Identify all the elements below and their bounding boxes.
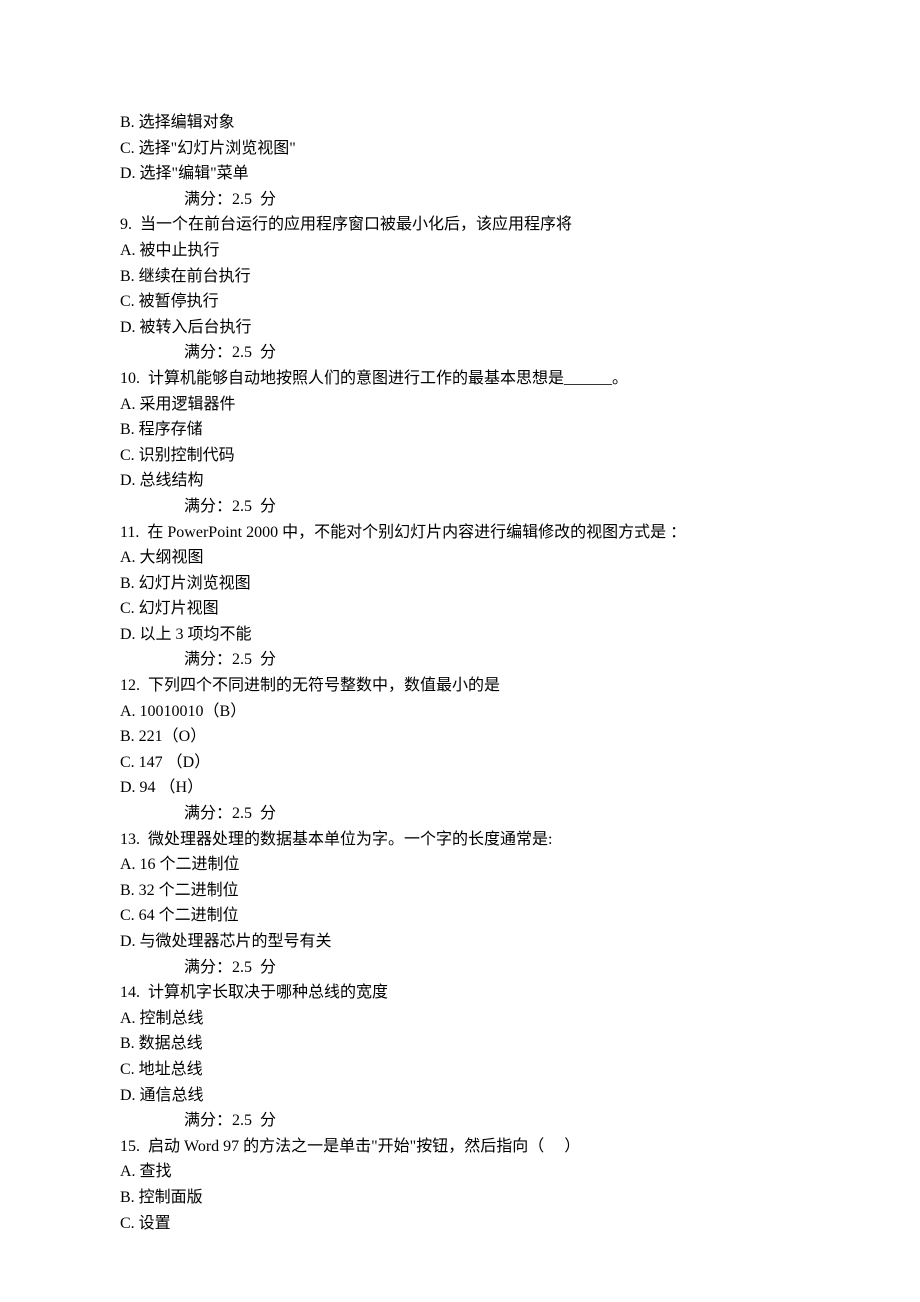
q15-stem: 15. 启动 Word 97 的方法之一是单击"开始"按钮，然后指向（ ）	[120, 1134, 800, 1160]
q9-option-d: D. 被转入后台执行	[120, 315, 800, 341]
q8-option-b: B. 选择编辑对象	[120, 110, 800, 136]
q15-option-a: A. 查找	[120, 1159, 800, 1185]
q14-option-a: A. 控制总线	[120, 1006, 800, 1032]
q10-option-d: D. 总线结构	[120, 468, 800, 494]
q11-option-b: B. 幻灯片浏览视图	[120, 571, 800, 597]
q14-option-c: C. 地址总线	[120, 1057, 800, 1083]
q11-stem: 11. 在 PowerPoint 2000 中，不能对个别幻灯片内容进行编辑修改…	[120, 520, 800, 546]
q12-option-c: C. 147 （D）	[120, 750, 800, 776]
q11-score: 满分：2.5 分	[120, 647, 800, 673]
q14-option-d: D. 通信总线	[120, 1083, 800, 1109]
q13-score: 满分：2.5 分	[120, 955, 800, 981]
q12-score: 满分：2.5 分	[120, 801, 800, 827]
q15-option-b: B. 控制面版	[120, 1185, 800, 1211]
q9-stem: 9. 当一个在前台运行的应用程序窗口被最小化后，该应用程序将	[120, 212, 800, 238]
q13-stem: 13. 微处理器处理的数据基本单位为字。一个字的长度通常是:	[120, 827, 800, 853]
q8-score: 满分：2.5 分	[120, 187, 800, 213]
q14-option-b: B. 数据总线	[120, 1031, 800, 1057]
q12-option-d: D. 94 （H）	[120, 775, 800, 801]
q10-score: 满分：2.5 分	[120, 494, 800, 520]
q11-option-a: A. 大纲视图	[120, 545, 800, 571]
q9-option-b: B. 继续在前台执行	[120, 264, 800, 290]
q12-stem: 12. 下列四个不同进制的无符号整数中，数值最小的是	[120, 673, 800, 699]
q12-option-a: A. 10010010（B）	[120, 699, 800, 725]
q12-option-b: B. 221（O）	[120, 724, 800, 750]
q11-option-c: C. 幻灯片视图	[120, 596, 800, 622]
q13-option-c: C. 64 个二进制位	[120, 903, 800, 929]
q13-option-b: B. 32 个二进制位	[120, 878, 800, 904]
document-page: B. 选择编辑对象 C. 选择"幻灯片浏览视图" D. 选择"编辑"菜单 满分：…	[0, 0, 920, 1302]
q9-score: 满分：2.5 分	[120, 340, 800, 366]
q10-option-a: A. 采用逻辑器件	[120, 392, 800, 418]
q13-option-a: A. 16 个二进制位	[120, 852, 800, 878]
q10-stem: 10. 计算机能够自动地按照人们的意图进行工作的最基本思想是______。	[120, 366, 800, 392]
q10-option-c: C. 识别控制代码	[120, 443, 800, 469]
q8-option-c: C. 选择"幻灯片浏览视图"	[120, 136, 800, 162]
q9-option-a: A. 被中止执行	[120, 238, 800, 264]
q9-option-c: C. 被暂停执行	[120, 289, 800, 315]
q15-option-c: C. 设置	[120, 1211, 800, 1237]
q13-option-d: D. 与微处理器芯片的型号有关	[120, 929, 800, 955]
q11-option-d: D. 以上 3 项均不能	[120, 622, 800, 648]
q10-option-b: B. 程序存储	[120, 417, 800, 443]
q8-option-d: D. 选择"编辑"菜单	[120, 161, 800, 187]
q14-score: 满分：2.5 分	[120, 1108, 800, 1134]
q14-stem: 14. 计算机字长取决于哪种总线的宽度	[120, 980, 800, 1006]
